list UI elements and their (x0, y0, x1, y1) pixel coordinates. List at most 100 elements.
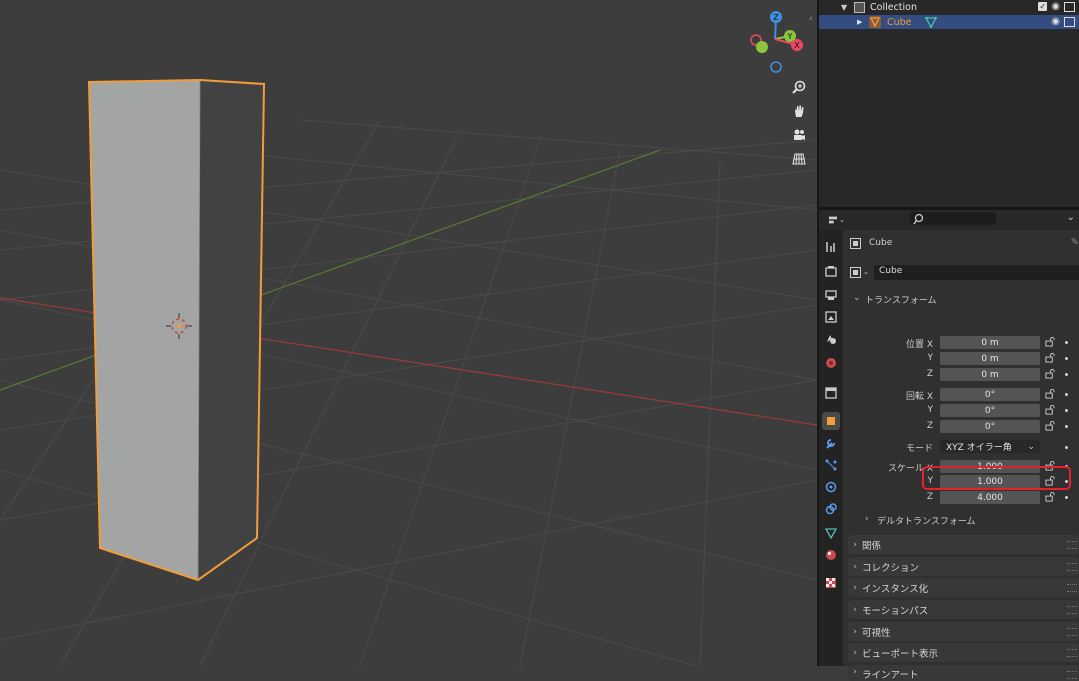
pan-hand-icon[interactable] (788, 100, 810, 122)
object-tab-icon[interactable] (822, 412, 840, 430)
material-tab-icon[interactable] (822, 546, 840, 564)
rotation-x-label: 回転 X (905, 392, 933, 402)
rotation-mode-select[interactable]: XYZ オイラー角 ⌄ (940, 440, 1040, 453)
chevron-down-icon[interactable]: ⌄ (853, 293, 861, 303)
scene-tab-icon[interactable] (822, 330, 840, 348)
delta-transform-header[interactable]: デルタトランスフォーム (877, 514, 976, 527)
collection-tab-icon[interactable] (822, 384, 840, 402)
unlock-icon[interactable] (1045, 337, 1055, 347)
location-x-label: 位置 X (905, 340, 933, 350)
eye-icon[interactable]: ◉ (1051, 1, 1060, 12)
cube-object[interactable] (87, 78, 266, 582)
keyframe-dot-icon[interactable] (1065, 341, 1068, 344)
outliner-label-cube: Cube (887, 16, 912, 28)
render-camera-icon[interactable] (1064, 16, 1075, 27)
drag-grip-icon[interactable] (1067, 584, 1077, 592)
unlock-icon[interactable] (1045, 421, 1055, 431)
svg-text:Y: Y (787, 32, 793, 41)
expand-right-icon[interactable]: ▶ (857, 18, 862, 26)
location-z-field[interactable]: 0 m (940, 368, 1040, 381)
keyframe-dot-icon[interactable] (1065, 393, 1068, 396)
keyframe-dot-icon[interactable] (1065, 409, 1068, 412)
navigation-gizmo[interactable]: Z Y X (745, 5, 815, 80)
search-input[interactable] (910, 212, 996, 225)
drag-grip-icon[interactable] (1067, 563, 1077, 571)
pin-icon[interactable]: ✎ (1071, 237, 1079, 248)
mesh-object-icon (869, 16, 881, 28)
constraints-tab-icon[interactable] (822, 500, 840, 518)
keyframe-dot-icon[interactable] (1065, 357, 1068, 360)
panel-viewport-display[interactable]: › ビューポート表示 (848, 643, 1079, 662)
drag-grip-icon[interactable] (1067, 541, 1077, 549)
unlock-icon[interactable] (1045, 492, 1055, 502)
modifier-wrench-icon[interactable] (822, 434, 840, 452)
location-x-field[interactable]: 0 m (940, 336, 1040, 349)
rotation-y-label: Y (927, 405, 934, 415)
mesh-data-icon[interactable] (924, 16, 938, 31)
3d-viewport[interactable]: Z Y X ‹ (0, 0, 817, 666)
keyframe-dot-icon[interactable] (1065, 446, 1068, 449)
physics-tab-icon[interactable] (822, 478, 840, 496)
drag-grip-icon[interactable] (1067, 606, 1077, 614)
eye-icon[interactable]: ◉ (1051, 16, 1060, 27)
keyframe-dot-icon[interactable] (1065, 373, 1068, 376)
render-camera-icon[interactable] (1064, 1, 1075, 12)
panel-relations-label: 関係 (862, 540, 882, 552)
keyframe-dot-icon[interactable] (1065, 496, 1068, 499)
outliner[interactable]: ▼ Collection ✓ ◉ ▶ Cube ◉ (819, 0, 1079, 207)
texture-tab-icon[interactable] (822, 574, 840, 592)
location-y-field[interactable]: 0 m (940, 352, 1040, 365)
rotation-x-field[interactable]: 0° (940, 388, 1040, 401)
drag-grip-icon[interactable] (1067, 671, 1077, 679)
rotation-z-field[interactable]: 0° (940, 420, 1040, 433)
rotation-y-field[interactable]: 0° (940, 404, 1040, 417)
neg-z-handle[interactable] (770, 61, 782, 73)
panel-visibility[interactable]: › 可視性 (848, 622, 1079, 641)
perspective-grid-icon[interactable] (788, 148, 810, 170)
outliner-row-cube[interactable]: ▶ Cube ◉ (819, 15, 1079, 29)
search-icon (913, 213, 924, 225)
chevron-down-icon[interactable]: ⌄ (1067, 212, 1075, 223)
object-icon (850, 238, 861, 249)
tool-tab-icon[interactable] (822, 238, 840, 256)
object-selector-button[interactable]: ⌄ (850, 265, 872, 279)
keyframe-dot-icon[interactable] (1065, 425, 1068, 428)
camera-icon[interactable] (788, 124, 810, 146)
chevron-right-icon[interactable]: › (865, 514, 869, 524)
view-layer-tab-icon[interactable] (822, 308, 840, 326)
object-name-label: Cube (869, 238, 893, 248)
panel-relations[interactable]: › 関係 (848, 535, 1079, 554)
object-name-value: Cube (879, 266, 903, 276)
svg-text:Z: Z (773, 13, 779, 22)
scale-z-field[interactable]: 4.000 (940, 491, 1040, 504)
neg-y-handle[interactable] (756, 41, 768, 53)
render-tab-icon[interactable] (822, 262, 840, 280)
panel-motion-paths[interactable]: › モーションパス (848, 600, 1079, 619)
particles-tab-icon[interactable] (822, 456, 840, 474)
svg-text:X: X (794, 41, 800, 50)
editor-type-icon[interactable]: ⌄ (829, 213, 845, 226)
panel-instancing[interactable]: › インスタンス化 (848, 578, 1079, 597)
panel-instancing-label: インスタンス化 (862, 583, 929, 595)
transform-panel-header[interactable]: トランスフォーム (865, 293, 937, 306)
unlock-icon[interactable] (1045, 369, 1055, 379)
unlock-icon[interactable] (1045, 405, 1055, 415)
panel-line-art[interactable]: › ラインアート (848, 665, 1079, 681)
unlock-icon[interactable] (1045, 353, 1055, 363)
object-name-field[interactable]: Cube (874, 265, 1079, 280)
checkbox-icon[interactable]: ✓ (1038, 2, 1048, 11)
chevron-left-icon[interactable]: ‹ (809, 14, 813, 24)
mesh-data-tab-icon[interactable] (822, 524, 840, 542)
output-tab-icon[interactable] (822, 286, 840, 304)
zoom-icon[interactable] (788, 76, 810, 98)
properties-editor[interactable]: ⌄ ⌄ Cube ✎ ⌄ Cube ⌄ トランスフォーム 位置 X Y Z 0 … (819, 210, 1079, 681)
scene-canvas (0, 78, 817, 666)
panel-collections[interactable]: › コレクション (848, 557, 1079, 576)
outliner-row-collection[interactable]: ▼ Collection ✓ ◉ (819, 0, 1079, 14)
expand-down-icon[interactable]: ▼ (841, 3, 847, 12)
drag-grip-icon[interactable] (1067, 628, 1077, 636)
unlock-icon[interactable] (1045, 389, 1055, 399)
world-tab-icon[interactable] (822, 354, 840, 372)
chevron-down-icon: ⌄ (863, 268, 869, 276)
drag-grip-icon[interactable] (1067, 649, 1077, 657)
